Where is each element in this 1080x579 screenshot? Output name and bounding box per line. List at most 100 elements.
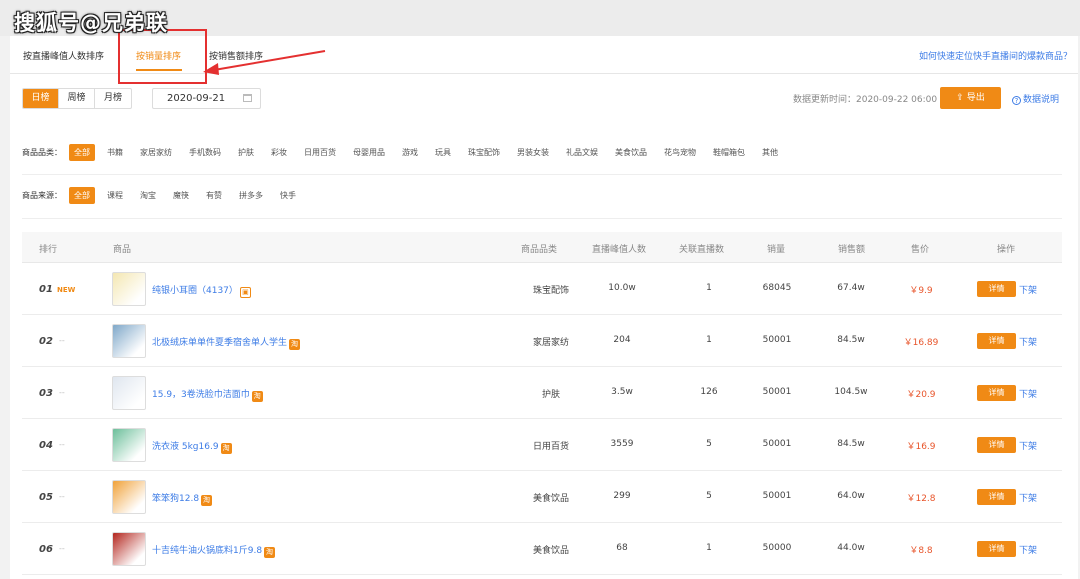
category-chip[interactable]: 玩具: [430, 144, 456, 161]
product-name-link[interactable]: 北极绒床单单件夏季宿舍单人学生淘: [152, 335, 301, 350]
category-chip[interactable]: 花鸟宠物: [659, 144, 701, 161]
rank-change: --: [59, 336, 65, 345]
taobao-icon: 淘: [251, 391, 263, 402]
tab-sort-by-sales-volume[interactable]: 按销量排序: [136, 49, 181, 62]
date-value: 2020-09-21: [167, 93, 226, 104]
product-name-link[interactable]: 洗衣液 5kg16.9 淘: [152, 439, 232, 454]
product-name: 北极绒床单单件夏季宿舍单人学生: [152, 338, 288, 348]
product-thumbnail[interactable]: [112, 324, 146, 358]
table-row: 03 -- 15.9，3卷洗脸巾洁面巾淘 护肤 3.5w 126 50001 104.5w ￥2…: [22, 367, 1062, 419]
cell-category: 护肤: [541, 390, 560, 400]
rank-number: 01: [39, 284, 53, 295]
category-filter-label: 商品品类：: [22, 148, 62, 157]
category-chip[interactable]: 游戏: [397, 144, 423, 161]
product-thumbnail[interactable]: [112, 376, 146, 410]
cell-sales: 50001: [762, 491, 792, 501]
source-chip[interactable]: 魔筷: [168, 187, 194, 204]
cell-revenue: 44.0w: [837, 543, 865, 553]
detail-button[interactable]: 详情: [977, 385, 1016, 401]
detail-button[interactable]: 详情: [977, 281, 1016, 297]
category-chip[interactable]: 全部: [69, 144, 95, 161]
category-chip[interactable]: 家居家纺: [135, 144, 177, 161]
shop-icon: ▣: [239, 287, 251, 298]
product-name: 纯银小耳圈（4137）: [152, 286, 238, 296]
source-chip[interactable]: 快手: [275, 187, 301, 204]
category-chip[interactable]: 书籍: [102, 144, 128, 161]
help-link[interactable]: 如何快速定位快手直播间的爆款商品？: [919, 49, 1072, 62]
column-header-sales: 销量: [767, 245, 786, 255]
period-weekly-button[interactable]: 周榜: [59, 89, 95, 108]
column-header-revenue: 销售额: [838, 245, 866, 255]
source-chip[interactable]: 淘宝: [135, 187, 161, 204]
column-header-related-lives: 关联直播数: [679, 245, 725, 255]
source-chip[interactable]: 有赞: [201, 187, 227, 204]
product-name-link[interactable]: 十吉纯牛油火锅底料1斤9.8 淘: [152, 543, 276, 558]
product-name: 笨笨狗12.8: [152, 494, 200, 504]
category-chip[interactable]: 彩妆: [266, 144, 292, 161]
rank-change: --: [59, 388, 65, 397]
category-chip[interactable]: 日用百货: [299, 144, 341, 161]
product-thumbnail[interactable]: [112, 272, 146, 306]
cell-sales: 50001: [762, 335, 792, 345]
product-thumbnail[interactable]: [112, 532, 146, 566]
category-chip[interactable]: 母婴用品: [348, 144, 390, 161]
offshelf-link[interactable]: 下架: [1019, 335, 1037, 348]
cell-peak-viewers: 10.0w: [608, 283, 636, 293]
new-tag: NEW: [57, 286, 76, 294]
source-chip[interactable]: 拼多多: [234, 187, 268, 204]
category-chip[interactable]: 美食饮品: [610, 144, 652, 161]
period-monthly-button[interactable]: 月榜: [95, 89, 131, 108]
offshelf-link[interactable]: 下架: [1019, 283, 1037, 296]
cell-related-lives: 1: [706, 283, 712, 293]
date-picker[interactable]: 2020-09-21: [152, 88, 261, 109]
category-chip[interactable]: 手机数码: [184, 144, 226, 161]
source-chip[interactable]: 全部: [69, 187, 95, 204]
data-help-link[interactable]: ? 数据说明: [1012, 92, 1059, 105]
taobao-icon: 淘: [289, 339, 301, 350]
category-filter: 商品品类： 全部 书籍 家居家纺 手机数码 护肤 彩妆 日用百货 母婴用品 游戏…: [22, 144, 790, 161]
offshelf-link[interactable]: 下架: [1019, 439, 1037, 452]
rank-number: 02: [39, 336, 53, 347]
table-body: 01 NEW 纯银小耳圈（4137） ▣ 珠宝配饰 10.0w 1 68045 67.4w ￥9.…: [22, 263, 1062, 575]
cell-category: 美食饮品: [532, 546, 569, 556]
watermark: 搜狐号@兄弟联: [14, 11, 168, 35]
detail-button[interactable]: 详情: [977, 437, 1016, 453]
source-chip[interactable]: 课程: [102, 187, 128, 204]
calendar-icon: [243, 94, 252, 102]
offshelf-link[interactable]: 下架: [1019, 543, 1037, 556]
rank-number: 06: [39, 544, 53, 555]
question-icon: ?: [1012, 96, 1021, 105]
tab-sort-by-peak-viewers[interactable]: 按直播峰值人数排序: [23, 49, 104, 62]
category-chip[interactable]: 护肤: [233, 144, 259, 161]
cell-price: ￥16.89: [903, 338, 939, 348]
period-daily-button[interactable]: 日榜: [23, 89, 59, 108]
detail-button[interactable]: 详情: [977, 333, 1016, 349]
cell-price: ￥9.9: [909, 286, 933, 296]
category-chip[interactable]: 礼品文娱: [561, 144, 603, 161]
export-button[interactable]: ⇪ 导出: [940, 87, 1001, 109]
taobao-icon: 淘: [264, 547, 276, 558]
product-thumbnail[interactable]: [112, 428, 146, 462]
category-chip[interactable]: 男装女装: [512, 144, 554, 161]
category-chip[interactable]: 珠宝配饰: [463, 144, 505, 161]
category-chip[interactable]: 鞋帽箱包: [708, 144, 750, 161]
data-update-time: 数据更新时间：2020-09-22 06:00: [793, 95, 938, 105]
product-name-link[interactable]: 15.9，3卷洗脸巾洁面巾淘: [152, 387, 263, 402]
detail-button[interactable]: 详情: [977, 489, 1016, 505]
cell-revenue: 84.5w: [837, 335, 865, 345]
offshelf-link[interactable]: 下架: [1019, 387, 1037, 400]
product-name: 十吉纯牛油火锅底料1斤9.8: [152, 546, 263, 556]
product-name-link[interactable]: 笨笨狗12.8 淘: [152, 491, 213, 506]
product-thumbnail[interactable]: [112, 480, 146, 514]
column-header-actions: 操作: [997, 245, 1016, 255]
cell-price: ￥20.9: [906, 390, 936, 400]
export-label: 导出: [966, 93, 985, 103]
cell-related-lives: 5: [706, 491, 712, 501]
product-name-link[interactable]: 纯银小耳圈（4137） ▣: [152, 283, 251, 298]
table-row: 05 -- 笨笨狗12.8 淘 美食饮品 299 5 50001 64.0w ￥12.8 详情 下架: [22, 471, 1062, 523]
rank-number: 04: [39, 440, 53, 451]
offshelf-link[interactable]: 下架: [1019, 491, 1037, 504]
detail-button[interactable]: 详情: [977, 541, 1016, 557]
category-chip[interactable]: 其他: [757, 144, 783, 161]
period-toggle: 日榜 周榜 月榜: [22, 88, 132, 109]
